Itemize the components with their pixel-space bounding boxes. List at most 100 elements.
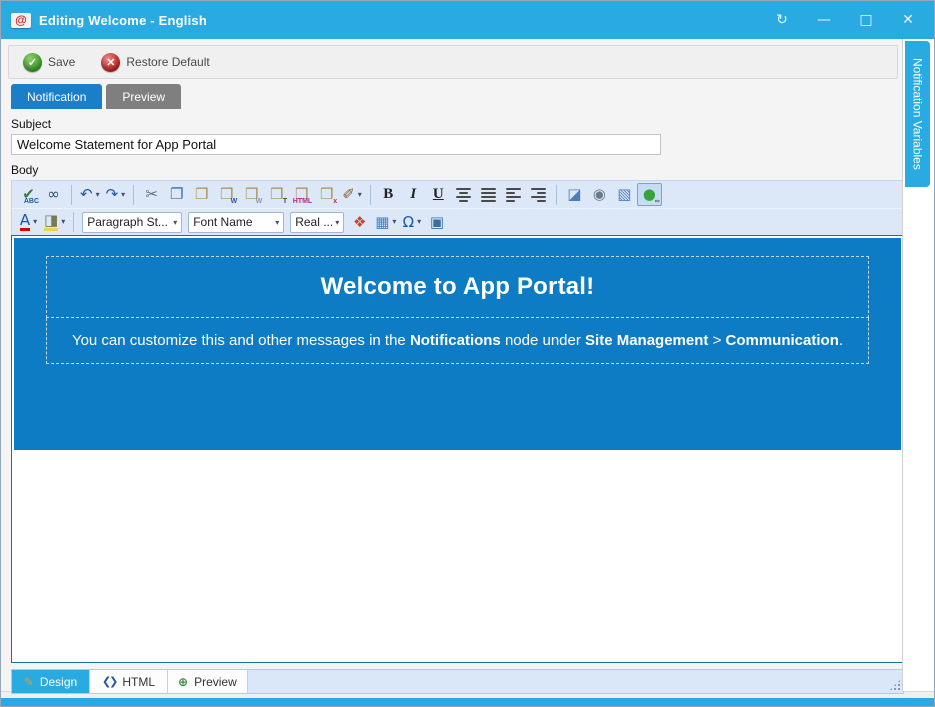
paragraph-block[interactable]: You can customize this and other message… bbox=[46, 318, 869, 364]
insert-table-icon: ▦ bbox=[375, 215, 389, 230]
paste-html-icon: ❒ bbox=[320, 187, 333, 202]
tab-design-label: Design bbox=[40, 675, 77, 689]
paragraph-segment: > bbox=[708, 332, 725, 349]
dialog-window: @ Editing Welcome - English ↻ — □ ✕ ✓ Sa… bbox=[0, 0, 935, 707]
spellcheck-button[interactable]: ✔ABC bbox=[16, 183, 41, 206]
image-manager-button[interactable]: ▧ bbox=[612, 183, 637, 206]
copy-button[interactable]: ❐ bbox=[164, 183, 189, 206]
paste-html-button[interactable]: ❒x bbox=[314, 183, 339, 206]
insert-table-button[interactable]: ▦▾ bbox=[372, 211, 399, 234]
font-name-select-label: Font Name bbox=[193, 215, 252, 229]
minimize-icon[interactable]: — bbox=[810, 8, 838, 32]
subject-input[interactable] bbox=[11, 134, 661, 155]
tab-notification[interactable]: Notification bbox=[11, 84, 102, 109]
refresh-icon[interactable]: ↻ bbox=[768, 8, 796, 32]
insert-media-button[interactable]: ◉ bbox=[587, 183, 612, 206]
paste-html-icon-sub: x bbox=[333, 198, 337, 205]
message-blue-panel: Welcome to App Portal! You can customize… bbox=[14, 238, 901, 450]
window-title: Editing Welcome - English bbox=[39, 13, 207, 28]
align-justify-icon bbox=[481, 188, 496, 202]
tab-html[interactable]: ❮❯ HTML bbox=[90, 670, 168, 693]
window-bottom-border bbox=[1, 698, 934, 706]
dropdown-arrow-icon: ▾ bbox=[358, 191, 362, 199]
italic-button[interactable]: I bbox=[401, 183, 426, 206]
align-justify-button[interactable] bbox=[476, 183, 501, 206]
tab-editor-preview[interactable]: ⊕ Preview bbox=[168, 670, 248, 693]
find-and-replace-button[interactable]: ∞ bbox=[41, 183, 66, 206]
font-name-select[interactable]: Font Name▾ bbox=[188, 212, 284, 233]
toolbar-separator bbox=[71, 185, 72, 205]
align-center-button[interactable] bbox=[451, 183, 476, 206]
paste-plain-text-button[interactable]: ❒T bbox=[264, 183, 289, 206]
hyperlink-manager-icon-sub: ∞ bbox=[655, 198, 660, 205]
font-color-icon: A bbox=[20, 213, 30, 231]
find-and-replace-icon: ∞ bbox=[47, 187, 60, 202]
align-left-icon bbox=[506, 188, 521, 202]
template-manager-button[interactable]: ▣ bbox=[424, 211, 449, 234]
insert-media-icon: ◉ bbox=[593, 187, 606, 202]
special-character-button[interactable]: Ω▾ bbox=[399, 211, 424, 234]
rich-text-editor: ✔ABC∞↶▾↷▾✂❐❒❒W❒W❒T❒HTML❒x✐▾BIU◪◉▧●∞ A▾◨▾… bbox=[11, 180, 904, 663]
toolbar-separator bbox=[556, 185, 557, 205]
undo-icon: ↶ bbox=[80, 187, 93, 202]
dropdown-arrow-icon: ▾ bbox=[417, 218, 421, 226]
close-icon[interactable]: ✕ bbox=[894, 8, 922, 32]
save-check-icon: ✓ bbox=[23, 53, 42, 72]
paste-from-word-clean-button[interactable]: ❒W bbox=[239, 183, 264, 206]
dropdown-arrow-icon: ▾ bbox=[121, 191, 125, 199]
align-right-button[interactable] bbox=[526, 183, 551, 206]
maximize-icon[interactable]: □ bbox=[852, 8, 880, 32]
editor-canvas[interactable]: Welcome to App Portal! You can customize… bbox=[11, 235, 904, 663]
cut-button[interactable]: ✂ bbox=[139, 183, 164, 206]
font-size-select[interactable]: Real ...▾ bbox=[290, 212, 344, 233]
paste-plain-text-icon-sub: T bbox=[283, 198, 287, 205]
paragraph-segment: Notifications bbox=[410, 332, 501, 349]
message-heading: Welcome to App Portal! bbox=[321, 273, 595, 301]
redo-button[interactable]: ↷▾ bbox=[103, 183, 129, 206]
notification-tabs: Notification Preview bbox=[11, 84, 902, 109]
paragraph-style-select[interactable]: Paragraph St...▾ bbox=[82, 212, 182, 233]
dropdown-arrow-icon: ▾ bbox=[33, 218, 37, 226]
tab-editor-preview-label: Preview bbox=[194, 675, 237, 689]
editor-mode-tabs: ✎ Design ❮❯ HTML ⊕ Preview bbox=[11, 669, 904, 694]
font-color-button[interactable]: A▾ bbox=[16, 211, 41, 234]
resize-grip[interactable] bbox=[889, 679, 901, 691]
main-content: ✓ Save ✕ Restore Default Notification Pr… bbox=[1, 39, 902, 691]
bold-button[interactable]: B bbox=[376, 183, 401, 206]
dropdown-arrow-icon: ▾ bbox=[173, 218, 177, 227]
underline-button[interactable]: U bbox=[426, 183, 451, 206]
save-button[interactable]: ✓ Save bbox=[19, 51, 79, 74]
hyperlink-manager-button[interactable]: ●∞ bbox=[637, 183, 662, 206]
notification-variables-tab[interactable]: Notification Variables bbox=[905, 41, 930, 187]
paste-as-html-button[interactable]: ❒HTML bbox=[289, 183, 314, 206]
restore-default-button[interactable]: ✕ Restore Default bbox=[97, 51, 213, 74]
background-color-button[interactable]: ◨▾ bbox=[41, 211, 68, 234]
paste-button[interactable]: ❒ bbox=[189, 183, 214, 206]
tab-preview[interactable]: Preview bbox=[106, 84, 181, 109]
save-label: Save bbox=[48, 55, 75, 69]
right-panel: Notification Variables bbox=[902, 39, 934, 691]
spellcheck-icon: ✔ bbox=[22, 187, 35, 202]
align-left-button[interactable] bbox=[501, 183, 526, 206]
template-manager-icon: ▣ bbox=[430, 215, 444, 230]
insert-module-button[interactable]: ❖ bbox=[347, 211, 372, 234]
insert-module-icon: ❖ bbox=[353, 215, 366, 230]
subject-label: Subject bbox=[11, 117, 902, 131]
align-right-icon bbox=[531, 188, 546, 202]
paste-icon: ❒ bbox=[195, 187, 208, 202]
toolbar-separator bbox=[370, 185, 371, 205]
paste-from-word-icon: ❒ bbox=[220, 187, 233, 202]
paste-from-word-button[interactable]: ❒W bbox=[214, 183, 239, 206]
restore-default-label: Restore Default bbox=[126, 55, 209, 69]
tab-design[interactable]: ✎ Design bbox=[12, 670, 90, 693]
insert-image-button[interactable]: ◪ bbox=[562, 183, 587, 206]
image-manager-icon: ▧ bbox=[617, 187, 631, 202]
paste-plain-text-icon: ❒ bbox=[270, 187, 283, 202]
format-stripper-button[interactable]: ✐▾ bbox=[339, 183, 365, 206]
undo-button[interactable]: ↶▾ bbox=[77, 183, 103, 206]
redo-icon: ↷ bbox=[106, 187, 119, 202]
spellcheck-icon-sub: ABC bbox=[24, 198, 39, 205]
paragraph-segment: . bbox=[839, 332, 843, 349]
bold-icon: B bbox=[383, 187, 393, 202]
heading-block[interactable]: Welcome to App Portal! bbox=[46, 256, 869, 318]
